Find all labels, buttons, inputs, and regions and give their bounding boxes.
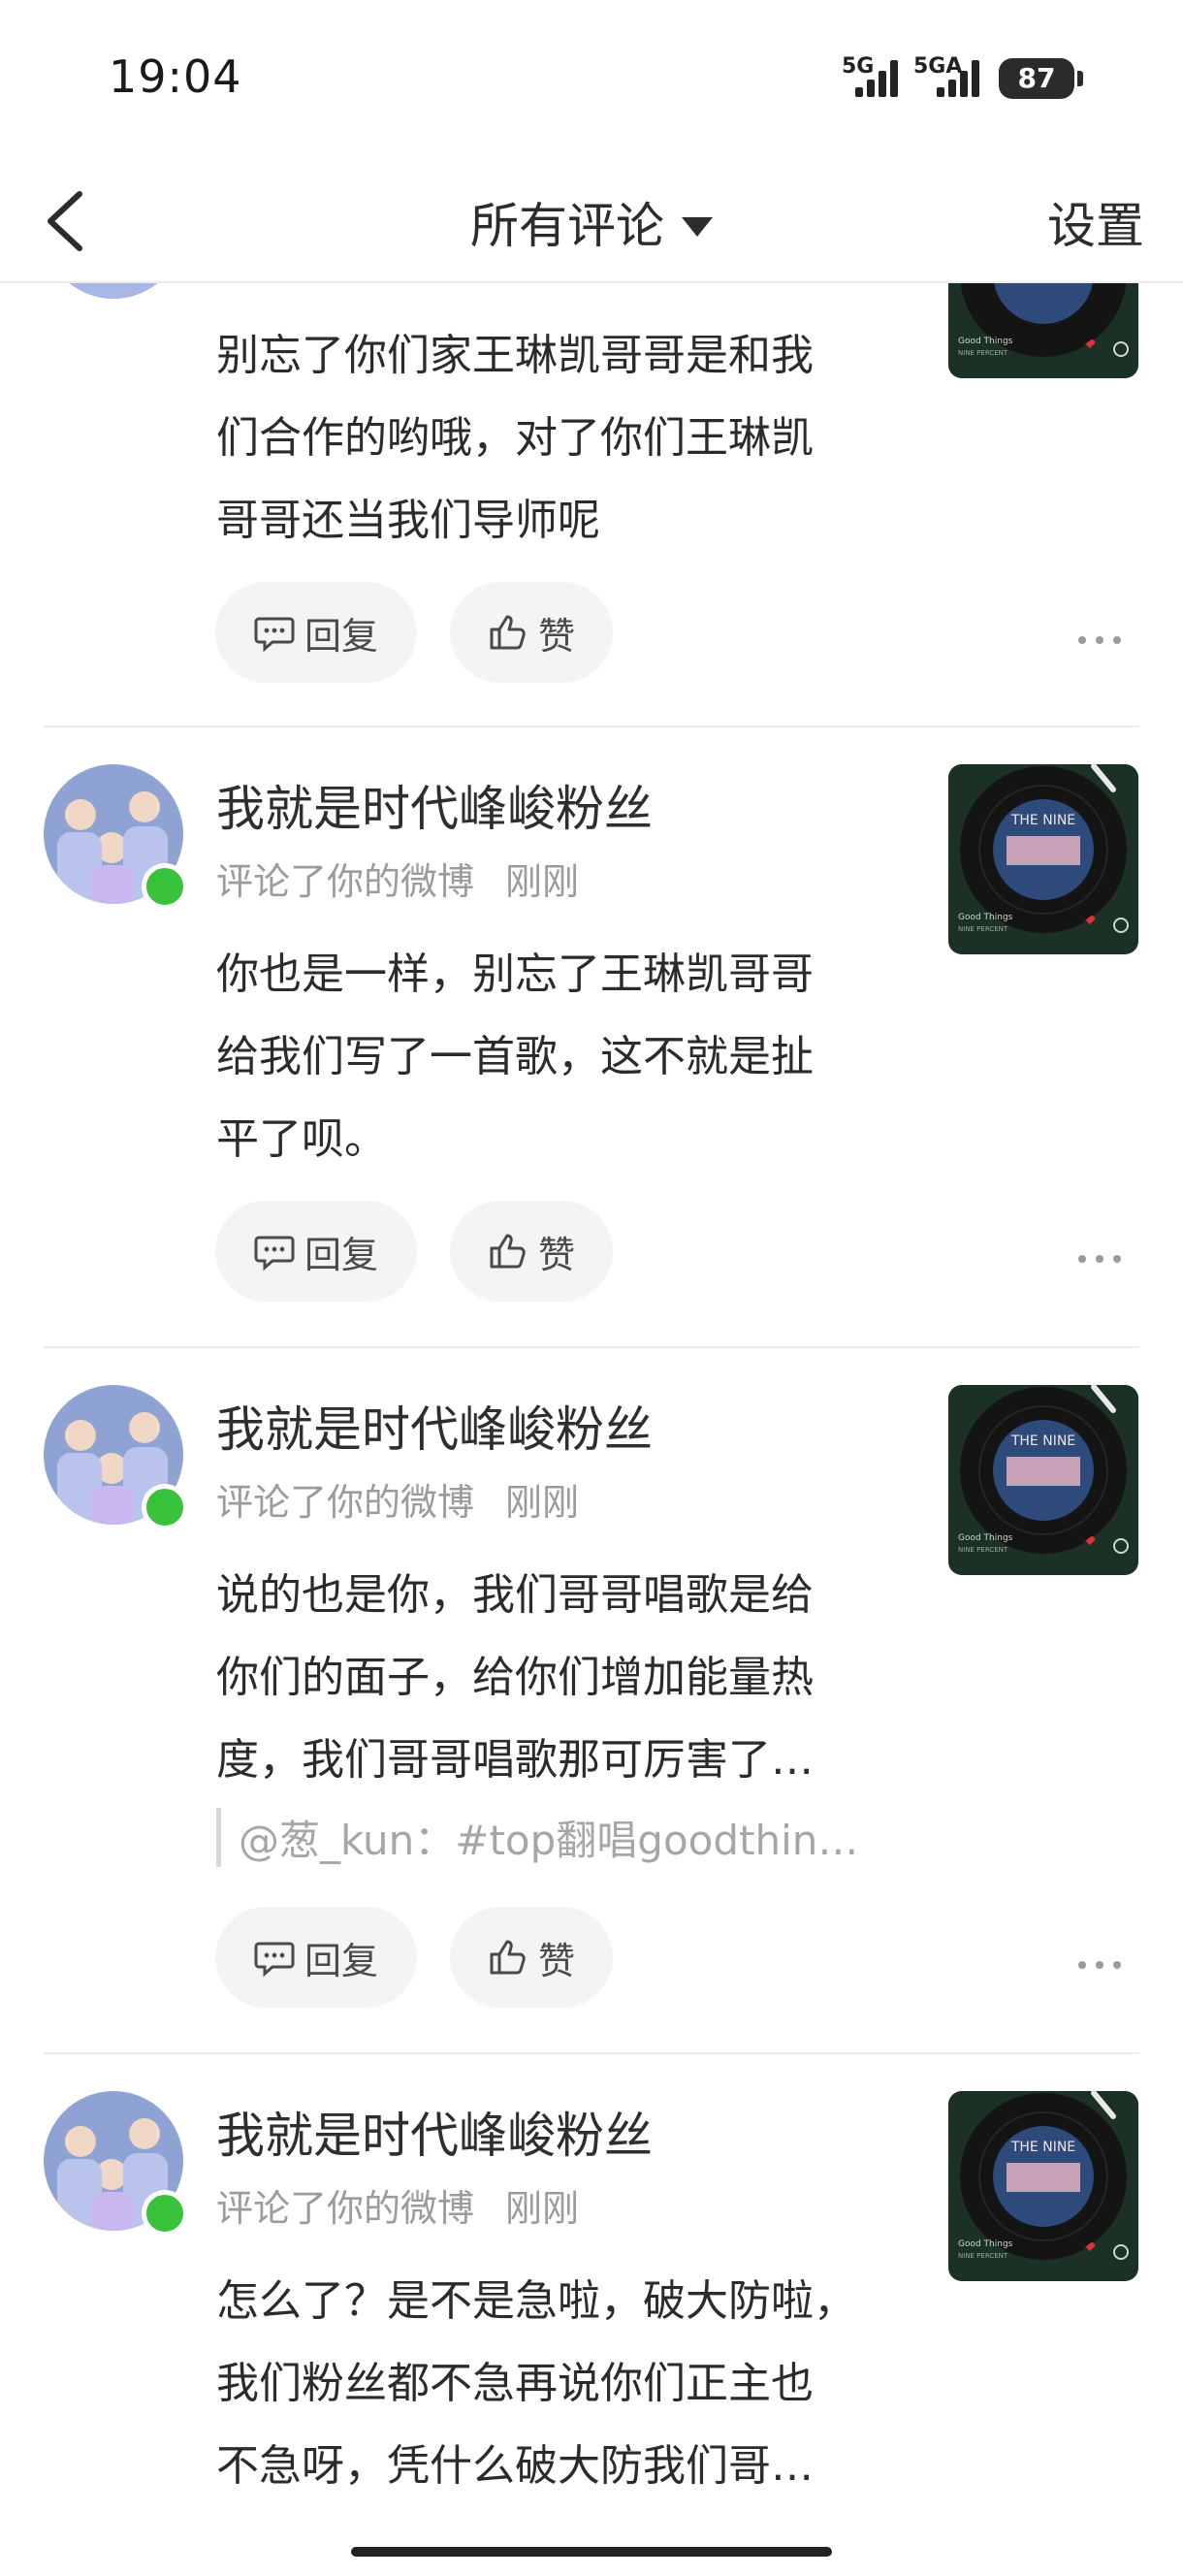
comment-line: 平了呗。 (216, 1114, 387, 1164)
thumbs-up-icon (490, 1940, 526, 1975)
username[interactable]: 我就是时代峰峻粉丝 (216, 770, 653, 840)
reply-button[interactable]: 回复 (215, 1201, 417, 1302)
album-cover-image: THE NINE Good Things NINE PERCENT (948, 1385, 1138, 1575)
timestamp: 刚刚 (505, 2187, 580, 2230)
comment-body[interactable]: 别忘了你们家王琳凯哥哥是和我 们合作的哟哦，对了你们王琳凯 哥哥还当我们导师呢 (216, 314, 914, 562)
battery-indicator: 87 (999, 58, 1083, 99)
comment-line: 度，我们哥哥唱歌那可厉害了… (216, 1735, 814, 1785)
comment-list[interactable]: Good Things NINE PERCENT 别忘了你们家王琳凯哥哥是和我 … (0, 283, 1183, 2576)
online-status-badge (142, 863, 188, 910)
comment-line: 哥哥还当我们导师呢 (216, 496, 600, 545)
online-status-badge (142, 2190, 188, 2237)
comment-body[interactable]: 说的也是你，我们哥哥唱歌是给 你们的面子，给你们增加能量热 度，我们哥哥唱歌那可… (216, 1554, 914, 1801)
comment-line: 怎么了？是不是急啦，破大防啦， (216, 2276, 856, 2326)
comment-line: 说的也是你，我们哥哥唱歌是给 (216, 1570, 814, 1620)
like-label: 赞 (537, 1939, 575, 1982)
like-button[interactable]: 赞 (450, 1201, 613, 1302)
band-text: THE NINE (1010, 813, 1075, 828)
avatar[interactable] (44, 283, 183, 299)
comment-meta: 评论了你的微博 刚刚 (216, 852, 579, 905)
post-thumbnail[interactable]: THE NINE Good Things NINE PERCENT (948, 2091, 1138, 2281)
more-options-icon[interactable] (1078, 630, 1121, 650)
comment-line: 我们粉丝都不急再说你们正主也 (216, 2359, 814, 2408)
comment-line: 别忘了你们家王琳凯哥哥是和我 (216, 331, 814, 380)
reply-label: 回复 (304, 614, 378, 658)
artist-name: NINE PERCENT (958, 2252, 1008, 2260)
thumbs-up-icon (490, 615, 526, 650)
reply-label: 回复 (304, 1939, 378, 1982)
comment-bubble-icon (254, 617, 295, 652)
more-options-icon[interactable] (1078, 1249, 1121, 1269)
song-title: Good Things (958, 913, 1013, 922)
status-bar: 19:04 5G 5GA 87 (0, 0, 1183, 160)
comment-item: 我就是时代峰峻粉丝 评论了你的微博 刚刚 THE NINE Good Things… (0, 2054, 1183, 2576)
comment-line: 你也是一样，别忘了王琳凯哥哥 (216, 950, 814, 999)
comment-item: 我就是时代峰峻粉丝 评论了你的微博 刚刚 THE NINE Good Things… (0, 1348, 1183, 2054)
settings-button[interactable]: 设置 (1047, 187, 1144, 257)
quoted-post[interactable]: @葱_kun：#top翻唱goodthin… (216, 1808, 917, 1867)
comment-line: 给我们写了一首歌，这不就是扯 (216, 1032, 814, 1081)
comment-body[interactable]: 怎么了？是不是急啦，破大防啦， 我们粉丝都不急再说你们正主也 不急呀，凭什么破大… (216, 2260, 914, 2507)
like-label: 赞 (537, 614, 575, 658)
meta-action: 评论了你的微博 (216, 2187, 475, 2230)
meta-action: 评论了你的微博 (216, 1481, 475, 1524)
comment-filter-dropdown[interactable]: 所有评论 (0, 187, 1183, 257)
username[interactable]: 我就是时代峰峻粉丝 (216, 2097, 653, 2167)
like-button[interactable]: 赞 (450, 582, 613, 683)
nav-bar: 所有评论 设置 (0, 160, 1183, 283)
more-options-icon[interactable] (1078, 1955, 1121, 1975)
band-text: THE NINE (1010, 2140, 1075, 2155)
post-thumbnail[interactable]: THE NINE Good Things NINE PERCENT (948, 1385, 1138, 1575)
like-button[interactable]: 赞 (450, 1907, 613, 2008)
album-cover-image: THE NINE Good Things NINE PERCENT (948, 2091, 1138, 2281)
timestamp: 刚刚 (505, 1481, 580, 1524)
song-title: Good Things (958, 2239, 1013, 2249)
online-status-badge (142, 1484, 188, 1530)
home-indicator[interactable] (351, 2547, 832, 2557)
song-title: Good Things (958, 337, 1013, 346)
comment-item: Good Things NINE PERCENT 别忘了你们家王琳凯哥哥是和我 … (0, 283, 1183, 727)
post-thumbnail[interactable]: THE NINE Good Things NINE PERCENT (948, 764, 1138, 954)
reply-button[interactable]: 回复 (215, 582, 417, 683)
artist-name: NINE PERCENT (958, 349, 1008, 357)
artist-name: NINE PERCENT (958, 925, 1008, 933)
comment-item: 我就是时代峰峻粉丝 评论了你的微博 刚刚 THE NINE Good Things… (0, 727, 1183, 1348)
artist-name: NINE PERCENT (958, 1546, 1008, 1554)
signal-bars-icon (937, 60, 979, 97)
username[interactable]: 我就是时代峰峻粉丝 (216, 1391, 653, 1461)
comment-bubble-icon (254, 1236, 295, 1271)
comment-line: 们合作的哟哦，对了你们王琳凯 (216, 413, 814, 463)
meta-action: 评论了你的微博 (216, 860, 475, 903)
avatar-image (44, 283, 183, 299)
comment-body[interactable]: 你也是一样，别忘了王琳凯哥哥 给我们写了一首歌，这不就是扯 平了呗。 (216, 933, 914, 1180)
like-label: 赞 (537, 1233, 575, 1276)
song-title: Good Things (958, 1533, 1013, 1543)
page-title: 所有评论 (470, 198, 664, 254)
comment-meta: 评论了你的微博 刚刚 (216, 2178, 579, 2232)
comment-line: 你们的面子，给你们增加能量热 (216, 1653, 814, 1702)
album-cover-image: THE NINE Good Things NINE PERCENT (948, 764, 1138, 954)
dropdown-caret-icon (682, 216, 713, 237)
comment-line: 不急呀，凭什么破大防我们哥… (216, 2441, 814, 2491)
comment-bubble-icon (254, 1942, 295, 1977)
comment-meta: 评论了你的微博 刚刚 (216, 1472, 579, 1526)
status-time: 19:04 (109, 50, 242, 103)
post-thumbnail[interactable]: Good Things NINE PERCENT (948, 283, 1138, 378)
album-cover-image: Good Things NINE PERCENT (948, 283, 1138, 378)
reply-label: 回复 (304, 1233, 378, 1276)
reply-button[interactable]: 回复 (215, 1907, 417, 2008)
signal-bars-icon (855, 60, 898, 97)
timestamp: 刚刚 (505, 860, 580, 903)
band-text: THE NINE (1010, 1433, 1075, 1449)
thumbs-up-icon (490, 1234, 526, 1269)
